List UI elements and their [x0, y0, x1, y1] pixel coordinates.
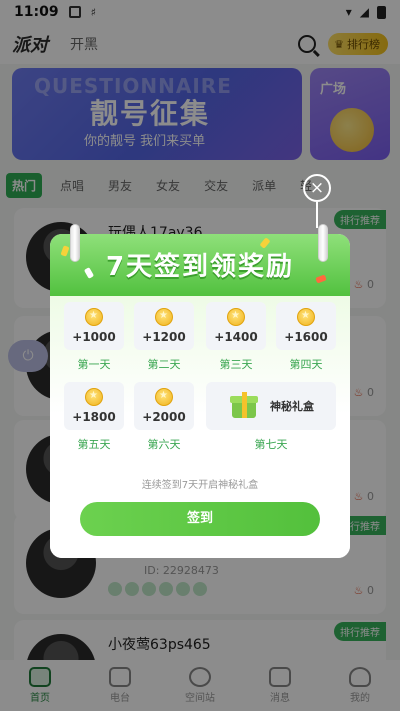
- day-label: 第七天: [254, 438, 288, 451]
- gift-box-ribbon: [242, 392, 247, 418]
- gift-name: 神秘礼盒: [270, 400, 314, 413]
- dialog-header: 7天签到领奖励: [50, 234, 350, 296]
- reward-amount: +1600: [284, 330, 328, 344]
- gift-box-icon: [230, 392, 258, 418]
- coin-icon: [155, 388, 173, 406]
- day-label: 第五天: [77, 438, 111, 451]
- checkin-dialog: 7天签到领奖励 +1000 第一天 +1200 第二天 +1400 第三天 +1…: [50, 234, 350, 558]
- coin-icon: [85, 388, 103, 406]
- day-reward-cell: +1400: [206, 302, 266, 350]
- coin-icon: [155, 308, 173, 326]
- day-label: 第二天: [147, 358, 181, 371]
- day-label: 第六天: [147, 438, 181, 451]
- dialog-pin-right: [318, 224, 328, 262]
- day-reward-cell: +1800: [64, 382, 124, 430]
- day-label: 第四天: [289, 358, 323, 371]
- mystery-gift-cell: 神秘礼盒: [206, 382, 336, 430]
- reward-amount: +2000: [142, 410, 186, 424]
- dialog-body: +1000 第一天 +1200 第二天 +1400 第三天 +1600 第四天 …: [50, 296, 350, 558]
- checkin-button[interactable]: 签到: [80, 502, 320, 536]
- reward-amount: +1200: [142, 330, 186, 344]
- reward-amount: +1800: [72, 410, 116, 424]
- day-label: 第一天: [77, 358, 111, 371]
- coin-icon: [85, 308, 103, 326]
- day-reward-cell: +1200: [134, 302, 194, 350]
- reward-amount: +1000: [72, 330, 116, 344]
- day-label: 第三天: [219, 358, 253, 371]
- dialog-title: 7天签到领奖励: [105, 252, 295, 282]
- day-reward-cell: +1000: [64, 302, 124, 350]
- day-reward-cell: +1600: [276, 302, 336, 350]
- close-connector-line: [316, 202, 318, 228]
- coin-icon: [297, 308, 315, 326]
- day-reward-cell: +2000: [134, 382, 194, 430]
- coin-icon: [227, 308, 245, 326]
- close-button[interactable]: ×: [303, 174, 331, 202]
- dialog-pin-left: [70, 224, 80, 262]
- reward-amount: +1400: [214, 330, 258, 344]
- checkin-hint: 连续签到7天开启神秘礼盒: [141, 480, 259, 491]
